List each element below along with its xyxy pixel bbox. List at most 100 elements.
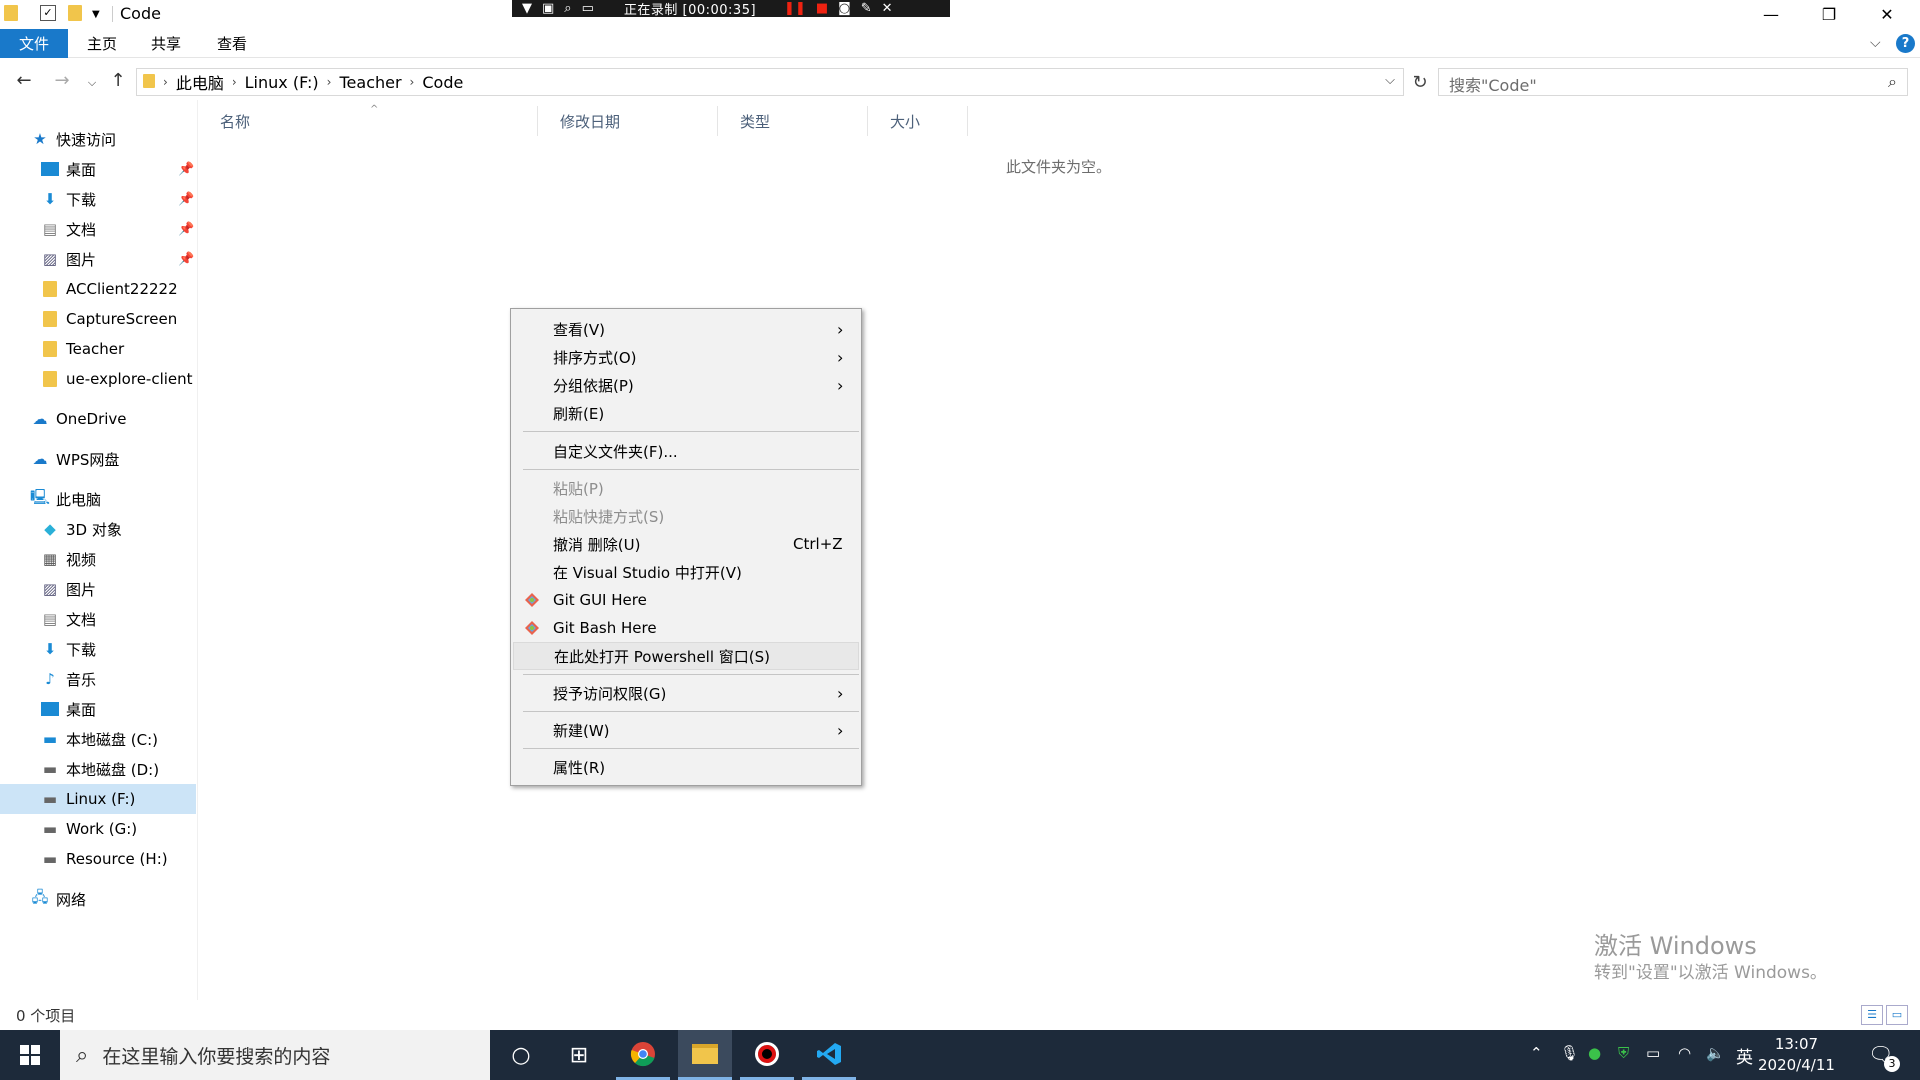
breadcrumb-this-pc[interactable]: 此电脑 (176, 70, 224, 94)
sidebar-item-music[interactable]: ♪ 音乐 (0, 664, 196, 694)
chrome-icon[interactable] (616, 1030, 670, 1080)
menu-item-sort-by[interactable]: 排序方式(O) › (513, 343, 859, 371)
large-icons-view-icon[interactable]: ▭ (1886, 1005, 1908, 1025)
address-bar[interactable]: › 此电脑 › Linux (F:) › Teacher › Code ⌵ (136, 68, 1404, 96)
sidebar-item-drive-f[interactable]: ▬ Linux (F:) (0, 784, 196, 814)
ime-indicator[interactable]: 英 (1736, 1043, 1753, 1068)
camera-icon[interactable]: ◙ (838, 1, 851, 16)
security-shield-icon[interactable]: ⛨ (1618, 1044, 1629, 1062)
menu-item-undo-delete[interactable]: 撤消 删除(U) Ctrl+Z (513, 530, 859, 558)
menu-item-open-visual-studio[interactable]: 在 Visual Studio 中打开(V) (513, 558, 859, 586)
details-view-icon[interactable]: ☰ (1861, 1005, 1883, 1025)
sidebar-item-desktop[interactable]: 桌面 📌 (0, 154, 196, 184)
stop-icon[interactable]: ■ (816, 1, 828, 16)
menu-item-view[interactable]: 查看(V) › (513, 315, 859, 343)
menu-item-refresh[interactable]: 刷新(E) (513, 399, 859, 427)
tab-view[interactable]: 查看 (206, 29, 258, 58)
sidebar-item-pictures[interactable]: ▨ 图片 📌 (0, 244, 196, 274)
zoom-icon[interactable]: ⌕ (564, 1, 571, 16)
vscode-icon[interactable] (802, 1030, 856, 1080)
menu-item-group-by[interactable]: 分组依据(P) › (513, 371, 859, 399)
sidebar-item-drive-h[interactable]: ▬ Resource (H:) (0, 844, 196, 874)
pin-icon[interactable]: 📌 (178, 252, 194, 267)
chevron-right-icon[interactable]: › (163, 75, 168, 89)
region-icon[interactable]: ▭ (582, 1, 594, 16)
search-icon[interactable]: ⌕ (1888, 72, 1897, 92)
up-arrow-icon[interactable]: ↑ (106, 70, 130, 91)
menu-item-git-bash[interactable]: Git Bash Here (513, 614, 859, 642)
pin-icon[interactable]: 📌 (178, 222, 194, 237)
sidebar-item-drive-c[interactable]: ▬ 本地磁盘 (C:) (0, 724, 196, 754)
pin-icon[interactable]: 📌 (178, 162, 194, 177)
dropdown-icon[interactable]: ▼ (522, 1, 532, 16)
menu-item-properties[interactable]: 属性(R) (513, 753, 859, 781)
sidebar-item-acclient[interactable]: ACClient22222 (0, 274, 196, 304)
screen-icon[interactable]: ▣ (542, 1, 554, 16)
close-button[interactable]: ✕ (1858, 0, 1916, 29)
sidebar-item-drive-d[interactable]: ▬ 本地磁盘 (D:) (0, 754, 196, 784)
new-folder-icon[interactable] (68, 5, 82, 25)
pin-icon[interactable]: 📌 (178, 192, 194, 207)
sidebar-item-capturescreen[interactable]: CaptureScreen (0, 304, 196, 334)
battery-icon[interactable]: ▭ (1646, 1044, 1660, 1062)
breadcrumb-linux-f[interactable]: Linux (F:) (245, 73, 319, 92)
column-header-modified[interactable]: 修改日期 (538, 106, 718, 136)
sidebar-item-downloads[interactable]: ⬇ 下载 📌 (0, 184, 196, 214)
pause-icon[interactable]: ❚❚ (784, 1, 806, 16)
microphone-icon[interactable]: 🎙 (1560, 1044, 1579, 1062)
sidebar-item-documents-pc[interactable]: ▤ 文档 (0, 604, 196, 634)
minimize-button[interactable]: — (1742, 0, 1800, 29)
start-button[interactable] (0, 1030, 60, 1080)
taskbar-search-input[interactable]: ⌕ 在这里输入你要搜索的内容 (60, 1030, 490, 1080)
screen-recorder-icon[interactable] (740, 1030, 794, 1080)
tab-file[interactable]: 文件 (0, 29, 68, 58)
menu-item-new[interactable]: 新建(W) › (513, 716, 859, 744)
menu-item-open-powershell[interactable]: 在此处打开 Powershell 窗口(S) (513, 642, 859, 670)
cortana-icon[interactable]: ○ (494, 1030, 548, 1080)
tab-home[interactable]: 主页 (76, 29, 128, 58)
sidebar-item-drive-g[interactable]: ▬ Work (G:) (0, 814, 196, 844)
sidebar-item-wps[interactable]: ☁ WPS网盘 (0, 444, 196, 474)
recent-locations-chevron-icon[interactable]: ⌵ (80, 76, 104, 90)
volume-icon[interactable]: 🔈 (1706, 1044, 1725, 1062)
sidebar-item-quick-access[interactable]: ★ 快速访问 (0, 124, 196, 154)
tab-share[interactable]: 共享 (140, 29, 192, 58)
sidebar-item-videos[interactable]: ▦ 视频 (0, 544, 196, 574)
sidebar-item-this-pc[interactable]: 🖳 此电脑 (0, 484, 196, 514)
pen-icon[interactable]: ✎ (861, 1, 872, 16)
forward-arrow-icon[interactable]: → (50, 70, 74, 91)
address-dropdown-chevron-icon[interactable]: ⌵ (1385, 73, 1395, 88)
restore-button[interactable]: ❐ (1800, 0, 1858, 29)
refresh-icon[interactable]: ↻ (1406, 68, 1434, 96)
search-input[interactable]: 搜索"Code" ⌕ (1438, 68, 1908, 96)
sidebar-item-desktop-pc[interactable]: 桌面 (0, 694, 196, 724)
sidebar-item-3d-objects[interactable]: ◆ 3D 对象 (0, 514, 196, 544)
help-icon[interactable]: ? (1896, 34, 1915, 53)
customize-toolbar-icon[interactable]: ▼ (92, 9, 100, 20)
sidebar-item-network[interactable]: 🖧 网络 (0, 884, 196, 914)
wechat-icon[interactable]: ● (1588, 1044, 1601, 1062)
column-header-size[interactable]: 大小 (868, 106, 968, 136)
expand-ribbon-chevron-icon[interactable]: ⌵ (1870, 35, 1881, 51)
wifi-icon[interactable]: ◠ (1678, 1044, 1691, 1062)
chevron-right-icon[interactable]: › (327, 75, 332, 89)
column-header-type[interactable]: 类型 (718, 106, 868, 136)
chevron-right-icon[interactable]: › (232, 75, 237, 89)
sidebar-item-documents[interactable]: ▤ 文档 📌 (0, 214, 196, 244)
menu-item-git-gui[interactable]: Git GUI Here (513, 586, 859, 614)
breadcrumb-code[interactable]: Code (422, 73, 463, 92)
breadcrumb-teacher[interactable]: Teacher (339, 73, 401, 92)
file-explorer-icon[interactable] (678, 1030, 732, 1080)
properties-icon[interactable]: ✓ (40, 5, 56, 21)
sidebar-item-teacher[interactable]: Teacher (0, 334, 196, 364)
column-header-name[interactable]: 名称 ^ (198, 104, 538, 136)
sidebar-item-onedrive[interactable]: ☁ OneDrive (0, 404, 196, 434)
back-arrow-icon[interactable]: ← (12, 70, 36, 91)
task-view-icon[interactable]: ⊞ (552, 1030, 606, 1080)
menu-item-give-access[interactable]: 授予访问权限(G) › (513, 679, 859, 707)
menu-item-customize-folder[interactable]: 自定义文件夹(F)... (513, 437, 859, 465)
sidebar-item-pictures-pc[interactable]: ▨ 图片 (0, 574, 196, 604)
clock[interactable]: 13:07 2020/4/11 (1758, 1034, 1835, 1076)
chevron-right-icon[interactable]: › (410, 75, 415, 89)
sidebar-item-ue-explore-client[interactable]: ue-explore-client (0, 364, 196, 394)
